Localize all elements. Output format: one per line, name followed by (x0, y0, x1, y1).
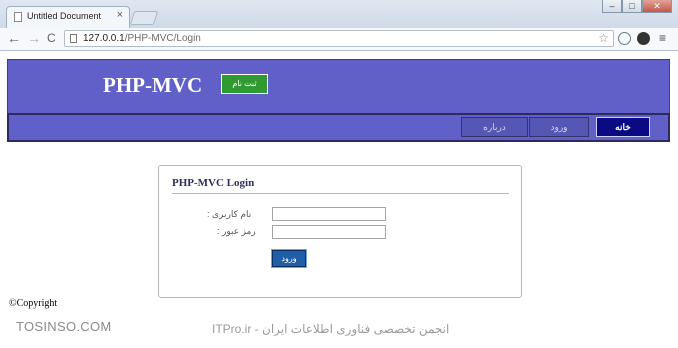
window-controls: – □ ✕ (602, 0, 672, 14)
back-icon[interactable]: ← (7, 30, 21, 46)
tab-close-icon[interactable]: × (117, 9, 123, 21)
password-label: رمز عبور : (217, 226, 256, 236)
menu-icon[interactable]: ≡ (659, 31, 666, 45)
address-bar[interactable]: 127.0.0.1/PHP-MVC/Login ☆ (64, 30, 614, 47)
minimize-button[interactable]: – (602, 0, 622, 13)
url-host: 127.0.0.1 (83, 33, 125, 44)
login-panel: PHP-MVC Login نام کاربری : رمز عبور : ور… (158, 165, 522, 298)
bookmark-star-icon[interactable]: ☆ (598, 31, 609, 45)
tab-title: Untitled Document (27, 11, 102, 21)
password-field[interactable] (272, 225, 386, 239)
globe-icon[interactable] (618, 32, 631, 45)
login-submit-button[interactable]: ورود (271, 249, 307, 268)
site-header: PHP-MVC ثبت نام (7, 59, 670, 114)
main-nav: درباره ورود خانه (7, 113, 670, 142)
login-title: PHP-MVC Login (172, 177, 255, 189)
close-window-button[interactable]: ✕ (642, 0, 672, 13)
reload-icon[interactable]: C (47, 31, 56, 45)
url-text: 127.0.0.1/PHP-MVC/Login (83, 33, 201, 44)
page-icon (70, 34, 77, 43)
username-label: نام کاربری : (207, 209, 252, 219)
watermark-left: TOSINSO.COM (16, 319, 112, 334)
nav-item-about[interactable]: درباره (461, 117, 528, 137)
browser-tab-bar: Untitled Document × – □ ✕ (0, 0, 678, 28)
register-button[interactable]: ثبت نام (221, 74, 268, 94)
nav-item-home[interactable]: خانه (596, 117, 650, 137)
watermark-right: ITPro.ir - انجمن تخصصی فناوری اطلاعات ای… (212, 322, 450, 336)
site-logo[interactable]: PHP-MVC (103, 73, 202, 98)
nav-item-login[interactable]: ورود (529, 117, 589, 137)
new-tab-button[interactable] (129, 11, 159, 25)
page-icon (14, 12, 22, 22)
maximize-button[interactable]: □ (622, 0, 642, 13)
browser-toolbar: ← → C 127.0.0.1/PHP-MVC/Login ☆ ≡ (0, 28, 678, 51)
copyright-text: ©Copyright (9, 298, 58, 309)
forward-icon[interactable]: → (27, 30, 41, 46)
divider (172, 193, 509, 194)
browser-tab[interactable]: Untitled Document × (6, 6, 130, 28)
username-field[interactable] (272, 207, 386, 221)
url-path: /PHP-MVC/Login (124, 33, 201, 44)
extension-icon[interactable] (637, 32, 650, 45)
